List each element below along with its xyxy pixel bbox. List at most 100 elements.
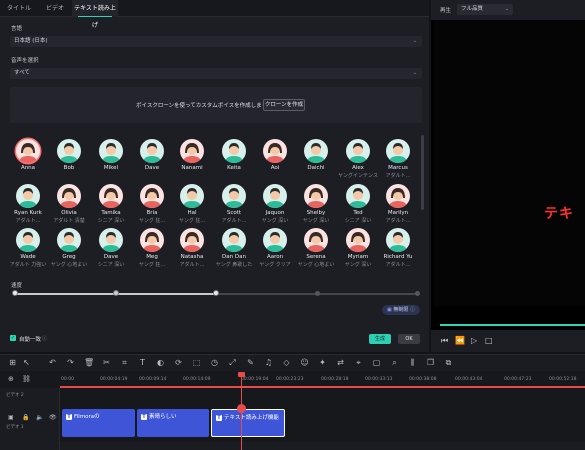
voice-card[interactable]: Olivia アダルト 清楚 xyxy=(45,184,93,228)
track-lower xyxy=(60,442,585,450)
voice-avatar xyxy=(263,228,287,252)
add-track-icon[interactable]: ⊕ xyxy=(8,375,14,383)
generate-button[interactable]: 生成 xyxy=(369,334,391,344)
voice-avatar xyxy=(57,184,81,208)
voice-avatar xyxy=(346,139,370,163)
voice-card[interactable]: Serena ヤング 心地よい xyxy=(292,228,340,272)
timeline-clip[interactable]: T 素晴らしい xyxy=(137,409,209,437)
stop-icon[interactable]: □ xyxy=(485,336,493,345)
voice-card[interactable]: Natasha アダルト... xyxy=(168,228,216,272)
speed-stop-2[interactable] xyxy=(113,290,119,296)
voice-avatar xyxy=(386,184,410,208)
speed-slider-handle[interactable] xyxy=(213,290,219,296)
speed-icon[interactable]: ◷ xyxy=(210,358,219,367)
voice-card[interactable]: Bob xyxy=(45,139,93,183)
prev-frame-icon[interactable]: ⏮ xyxy=(441,336,448,346)
split-icon[interactable]: ⫼ xyxy=(408,358,417,367)
lock-icon[interactable]: 🔒 xyxy=(22,414,29,421)
playhead-marker[interactable] xyxy=(237,404,246,413)
voice-name: Hal xyxy=(187,210,197,216)
group-icon[interactable]: ❐ xyxy=(426,358,435,367)
more-icon[interactable]: ⧉ xyxy=(444,358,453,367)
delete-icon[interactable]: 🗑 xyxy=(84,358,94,367)
voice-grid: Anna Bob Mikel Dave Nanami Keita Aoi Daichi Alex… xyxy=(0,0,429,352)
ruler-time-label: 00:00 xyxy=(61,377,74,382)
voice-name: Richard Yu xyxy=(383,254,413,260)
rotate-icon[interactable]: ⟳ xyxy=(174,358,183,367)
redo-icon[interactable]: ↷ xyxy=(66,358,75,367)
crop-icon[interactable]: ⌗ xyxy=(120,358,129,367)
speed-stop-1[interactable] xyxy=(12,290,18,296)
select-tool-icon[interactable]: ↖ xyxy=(22,358,31,367)
zoom-icon[interactable]: ⌕ xyxy=(390,358,399,367)
voice-description: アダルト... xyxy=(385,173,411,179)
timeline-clip-selected[interactable]: T テキスト読み上げ機能 xyxy=(211,409,285,437)
voice-avatar xyxy=(16,228,40,252)
ruler-time-label: 00:00:33:13 xyxy=(365,377,393,382)
voice-description: ヤング 狂... xyxy=(178,218,206,224)
track-video-icon[interactable]: ▣ xyxy=(8,414,14,421)
voice-name: Nanami xyxy=(181,165,203,171)
voice-card[interactable]: Richard Yu アダルト... xyxy=(374,228,422,272)
ruler-time-label: 00:00:09:14 xyxy=(139,377,167,382)
voice-card[interactable]: Greg ヤング 心地よい xyxy=(45,228,93,272)
voice-description: アダルト 清楚 xyxy=(53,218,85,224)
timeline-ruler[interactable]: 00:00 00:00:04:19 00:00:09:14 00:00:14:09 00… xyxy=(60,373,585,387)
voice-avatar xyxy=(386,228,410,252)
info-icon: ⓘ xyxy=(42,336,48,342)
voice-card[interactable]: Daichi xyxy=(292,139,340,183)
audio-icon[interactable]: ♫ xyxy=(264,358,273,367)
voice-avatar xyxy=(304,139,328,163)
ok-button[interactable]: OK xyxy=(398,334,420,344)
voice-avatar xyxy=(140,184,164,208)
ruler-time-label: 00:00:14:09 xyxy=(183,377,211,382)
voice-avatar xyxy=(304,228,328,252)
auto-match-checkbox[interactable]: ✓ xyxy=(10,335,16,341)
keyframe-icon[interactable]: ◇ xyxy=(282,358,291,367)
timeline-clip[interactable]: T Filmoraの xyxy=(62,409,135,437)
layout-icon[interactable]: ⊞ xyxy=(8,358,17,367)
playhead-handle[interactable] xyxy=(238,372,245,377)
voice-description: ヤング 心地よい xyxy=(297,262,335,268)
link-icon[interactable]: ⛓ xyxy=(22,375,31,383)
voice-card[interactable]: Nanami xyxy=(168,139,216,183)
quality-select[interactable]: フル品質 ⌄ xyxy=(457,4,513,15)
voice-avatar xyxy=(57,228,81,252)
motion-icon[interactable]: ⇄ xyxy=(336,358,345,367)
speed-stop-5[interactable] xyxy=(415,291,420,296)
voice-avatar xyxy=(346,184,370,208)
text-icon[interactable]: T xyxy=(138,358,147,367)
voice-card[interactable]: Hal ヤング 狂... xyxy=(168,184,216,228)
voice-card[interactable]: Marilyn アダルト... xyxy=(374,184,422,228)
chevron-down-icon: ⌄ xyxy=(504,6,509,12)
voice-card[interactable]: Shelby ヤング 深い xyxy=(292,184,340,228)
text-to-speech-panel: タイトル ビデオ テキスト読み上げ 言語 日本語 (日本) ⌄ 音声を選択 すべ… xyxy=(0,0,429,352)
play-icon[interactable]: ▷ xyxy=(471,336,477,345)
color-icon[interactable]: ✎ xyxy=(246,358,255,367)
stabilize-icon[interactable]: ⌖ xyxy=(354,358,363,367)
unlimited-badge[interactable]: ▣ 無制限 ⓘ xyxy=(382,305,420,315)
preview-progress[interactable] xyxy=(440,324,585,326)
snapshot-icon[interactable]: ▢ xyxy=(372,358,381,367)
effects-icon[interactable]: ✦ xyxy=(318,358,327,367)
transform-icon[interactable]: ⬚ xyxy=(192,358,201,367)
voice-avatar xyxy=(57,139,81,163)
auto-match-label: 自動一致 xyxy=(19,337,42,343)
preview-header: 再生 フル品質 ⌄ xyxy=(431,0,585,20)
voice-description: ヤング 深い xyxy=(302,218,330,224)
voice-avatar xyxy=(140,139,164,163)
speed-stop-4[interactable] xyxy=(315,291,320,296)
mute-icon[interactable]: 🔈 xyxy=(36,414,43,421)
sticker-icon[interactable]: ☺ xyxy=(300,358,309,367)
undo-icon[interactable]: ↶ xyxy=(48,358,57,367)
voice-list-scrollbar[interactable] xyxy=(421,135,424,210)
voice-card[interactable]: Marcus アダルト... xyxy=(374,139,422,183)
voice-name: Serena xyxy=(306,254,326,260)
mask-icon[interactable]: ◐ xyxy=(156,358,165,367)
fit-icon[interactable]: ⤢ xyxy=(228,358,237,367)
eye-icon[interactable]: 👁 xyxy=(49,414,57,421)
step-back-icon[interactable]: ⏪ xyxy=(455,336,465,345)
ruler-time-label: 00:00:19:04 xyxy=(241,377,269,382)
video-preview[interactable] xyxy=(434,20,585,306)
cut-icon[interactable]: ✂ xyxy=(102,358,111,367)
